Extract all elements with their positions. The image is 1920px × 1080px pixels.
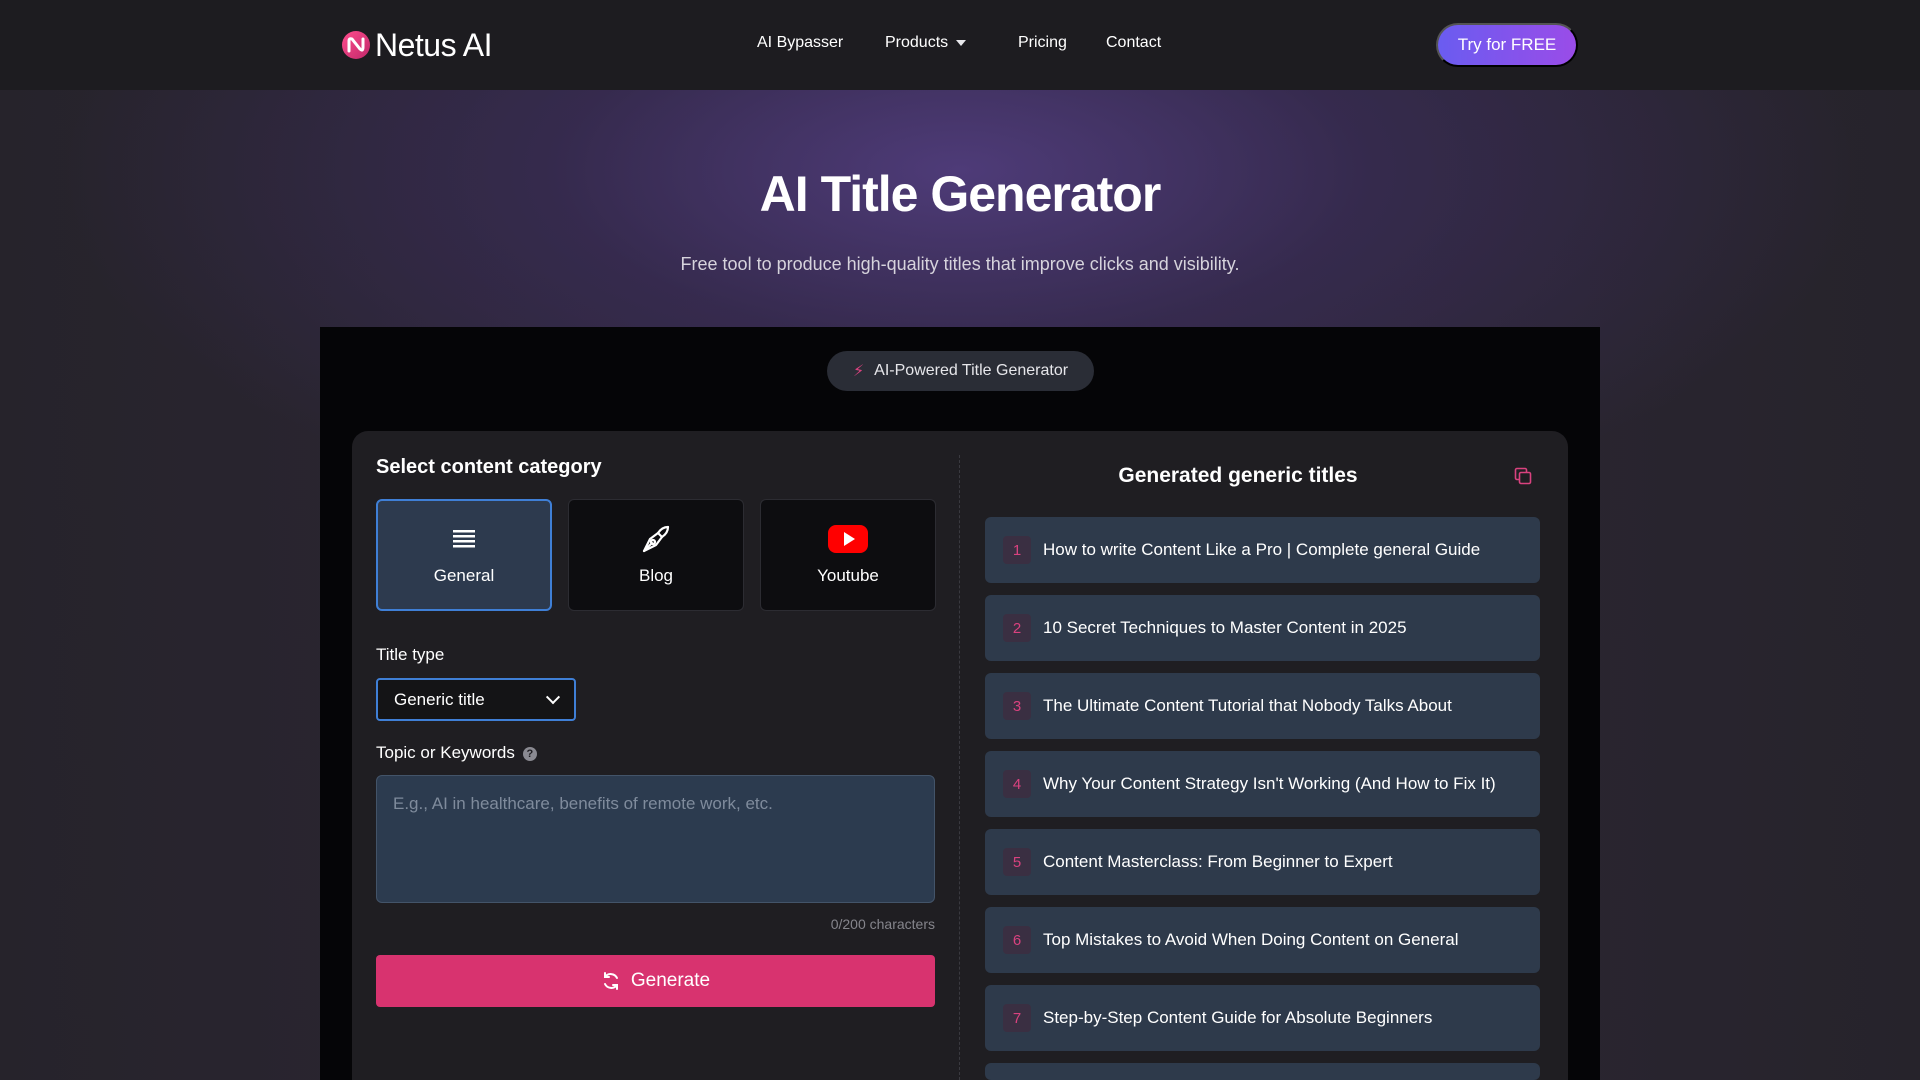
result-text: How to write Content Like a Pro | Comple… [1043, 540, 1481, 559]
refresh-icon [603, 972, 618, 990]
nav-products[interactable]: Products [885, 34, 967, 52]
chevron-down-icon [545, 689, 561, 704]
list-icon [453, 524, 475, 554]
nav-contact[interactable]: Contact [1106, 34, 1161, 52]
caret-down-icon [956, 40, 967, 46]
copy-icon[interactable] [1513, 466, 1533, 486]
ai-powered-badge: ⚡ AI-Powered Title Generator [827, 351, 1094, 391]
result-text: Content Masterclass: From Beginner to Ex… [1043, 852, 1393, 871]
top-navbar: Netus AI AI Bypasser Products Pricing Co… [0, 0, 1920, 90]
generate-label: Generate [630, 970, 711, 991]
title-type-label: Title type [376, 645, 445, 664]
char-count: 0/200 characters [830, 916, 935, 932]
results-heading: Generated generic titles [1118, 464, 1358, 487]
page-title: AI Title Generator [759, 166, 1162, 222]
result-number: 4 [1003, 770, 1031, 798]
topic-label-text: Topic or Keywords [376, 743, 515, 762]
brand-name: Netus AI [375, 26, 492, 63]
result-text: Top Mistakes to Avoid When Doing Content… [1043, 930, 1459, 949]
result-item[interactable]: 1 How to write Content Like a Pro | Comp… [985, 517, 1540, 583]
column-divider [959, 455, 960, 1080]
result-item[interactable]: 3 The Ultimate Content Tutorial that Nob… [985, 673, 1540, 739]
result-number: 6 [1003, 926, 1031, 954]
category-blog[interactable]: Blog [568, 499, 744, 611]
title-type-value: Generic title [394, 689, 485, 709]
title-type-select[interactable]: Generic title [376, 678, 576, 721]
result-item[interactable]: 7 Step-by-Step Content Guide for Absolut… [985, 985, 1540, 1051]
result-text: The Ultimate Content Tutorial that Nobod… [1043, 696, 1452, 715]
badge-label: AI-Powered Title Generator [874, 362, 1069, 379]
category-heading: Select content category [376, 456, 602, 478]
category-general[interactable]: General [376, 499, 552, 611]
result-number: 5 [1003, 848, 1031, 876]
result-text: Why Your Content Strategy Isn't Working … [1043, 774, 1496, 793]
result-text: 10 Secret Techniques to Master Content i… [1043, 618, 1407, 637]
category-youtube[interactable]: Youtube [760, 499, 936, 611]
result-number: 3 [1003, 692, 1031, 720]
help-icon[interactable]: ? [522, 746, 537, 761]
result-text: Step-by-Step Content Guide for Absolute … [1043, 1008, 1433, 1027]
result-item[interactable]: 4 Why Your Content Strategy Isn't Workin… [985, 751, 1540, 817]
youtube-icon [828, 524, 868, 554]
result-item[interactable]: 2 10 Secret Techniques to Master Content… [985, 595, 1540, 661]
pen-nib-icon [640, 524, 672, 554]
nav-pricing[interactable]: Pricing [1018, 34, 1067, 52]
topic-label: Topic or Keywords? [376, 743, 537, 763]
netus-logo-icon [342, 31, 370, 59]
result-number: 2 [1003, 614, 1031, 642]
nav-products-label: Products [885, 34, 949, 51]
category-youtube-label: Youtube [817, 566, 879, 585]
result-number: 7 [1003, 1004, 1031, 1032]
try-for-free-button[interactable]: Try for FREE [1436, 23, 1578, 67]
brand-logo[interactable]: Netus AI [341, 26, 492, 64]
generate-button[interactable]: Generate [376, 955, 935, 1007]
nav-ai-bypasser[interactable]: AI Bypasser [757, 34, 843, 52]
category-general-label: General [433, 566, 495, 585]
result-item[interactable]: 6 Top Mistakes to Avoid When Doing Conte… [985, 907, 1540, 973]
result-item-partial[interactable] [985, 1063, 1540, 1080]
category-blog-label: Blog [638, 566, 674, 585]
result-item[interactable]: 5 Content Masterclass: From Beginner to … [985, 829, 1540, 895]
result-number: 1 [1003, 536, 1031, 564]
topic-input[interactable] [376, 775, 935, 903]
bolt-icon: ⚡ [852, 363, 865, 380]
page-subtitle: Free tool to produce high-quality titles… [680, 254, 1240, 274]
